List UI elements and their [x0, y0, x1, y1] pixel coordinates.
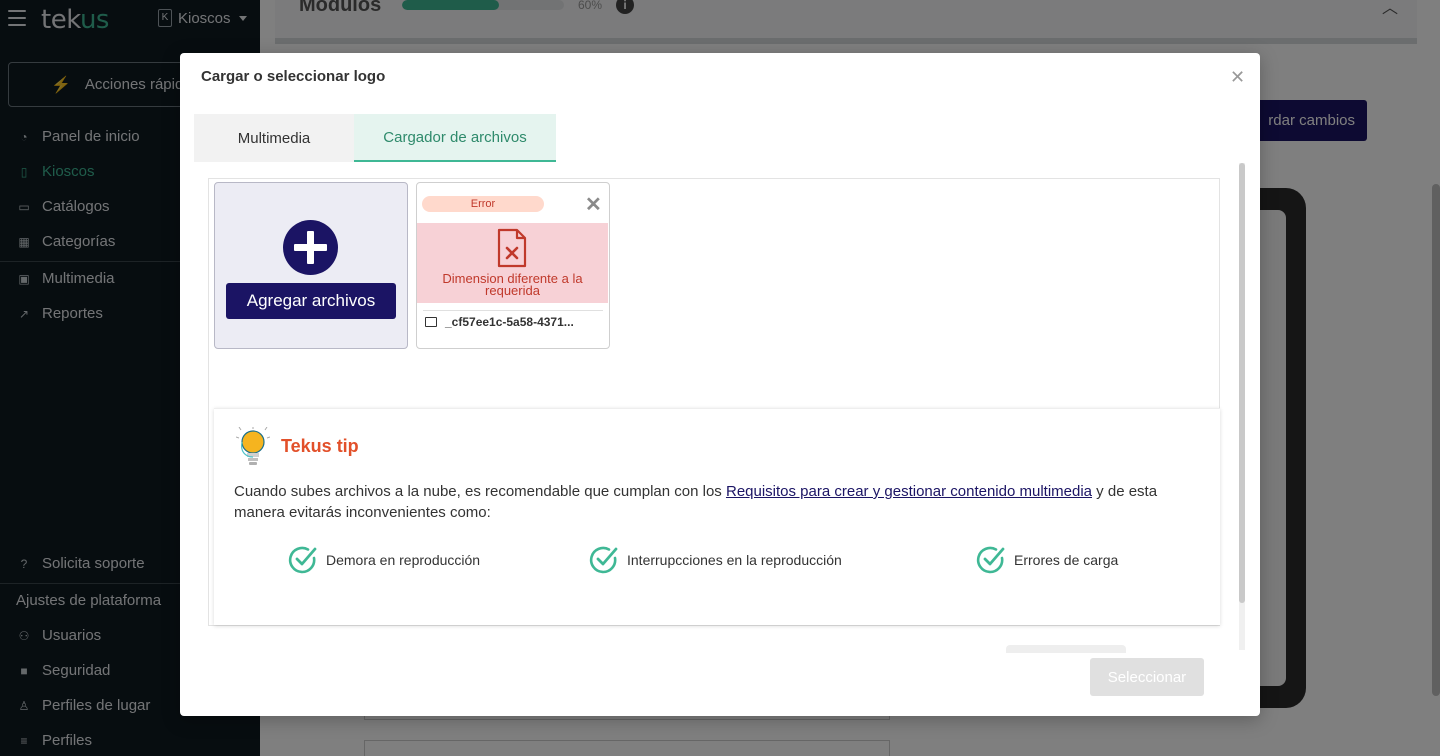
tip-text: Cuando subes archivos a la nube, es reco…	[234, 483, 1158, 521]
tekus-tip-panel: Tekus tip Cuando subes archivos a la nub…	[214, 408, 1220, 625]
tip-check-item: Errores de carga	[976, 545, 1118, 575]
tip-check-item: Demora en reproducción	[288, 545, 480, 575]
tab-file-uploader[interactable]: Cargador de archivos	[354, 114, 556, 162]
file-card-divider	[423, 310, 603, 311]
check-circle-icon	[589, 546, 618, 574]
hidden-button-edge	[1006, 645, 1126, 653]
check-circle-icon	[976, 546, 1005, 574]
file-error-icon	[497, 228, 527, 268]
modal-scrollbar-thumb[interactable]	[1239, 163, 1245, 603]
check-circle-icon	[288, 546, 317, 574]
plus-circle-icon[interactable]	[283, 220, 338, 275]
modal-title: Cargar o seleccionar logo	[201, 68, 386, 85]
upload-logo-modal: Cargar o seleccionar logo ✕ Multimedia C…	[180, 53, 1260, 716]
file-name: _cf57ee1c-5a58-4371...	[445, 315, 574, 329]
modal-scrollbar[interactable]	[1239, 163, 1245, 650]
image-icon	[425, 317, 437, 327]
modal-tabs: Multimedia Cargador de archivos	[194, 114, 556, 162]
close-icon[interactable]: ✕	[1230, 67, 1245, 88]
tip-check-item: Interrupcciones en la reproducción	[589, 545, 842, 575]
tip-title: Tekus tip	[281, 436, 359, 456]
file-card: Error ✕ Dimension diferente a la requeri…	[416, 182, 610, 349]
add-files-card[interactable]: Agregar archivos	[214, 182, 408, 349]
tab-multimedia[interactable]: Multimedia	[194, 114, 354, 162]
uploader-content: Agregar archivos Error ✕ Dimension difer…	[194, 163, 1240, 650]
lightbulb-icon	[236, 427, 270, 465]
requirements-link[interactable]: Requisitos para crear y gestionar conten…	[726, 483, 1092, 500]
file-error-zone: Dimension diferente a la requerida	[417, 223, 608, 303]
file-error-message: Dimension diferente a la requerida	[442, 271, 583, 298]
add-files-button[interactable]: Agregar archivos	[226, 283, 396, 319]
select-button[interactable]: Seleccionar	[1090, 658, 1204, 696]
file-name-row: _cf57ee1c-5a58-4371...	[425, 315, 574, 329]
status-badge: Error	[422, 196, 544, 212]
remove-file-icon[interactable]: ✕	[585, 192, 602, 217]
